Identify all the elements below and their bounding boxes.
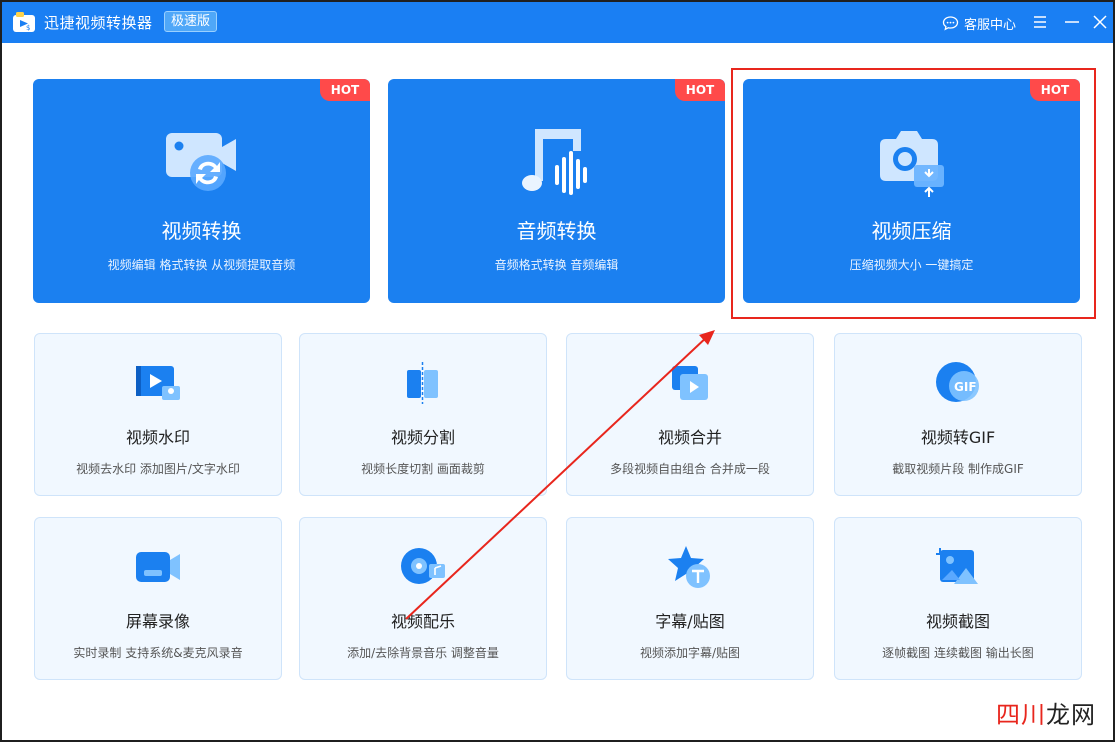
annotation-highlight-box [731, 68, 1096, 319]
video-merge-icon [672, 366, 708, 400]
video-music-card[interactable]: 视频配乐 添加/去除背景音乐 调整音量 [299, 517, 547, 680]
card-subtitle: 添加/去除背景音乐 调整音量 [347, 646, 499, 660]
card-title: 视频截图 [925, 612, 990, 631]
card-subtitle: 多段视频自由组合 合并成一段 [610, 462, 770, 476]
screen-record-card[interactable]: 屏幕录像 实时录制 支持系统&麦克风录音 [34, 517, 282, 680]
video-convert-card[interactable]: HOT 视频转换 视频编辑 格式转换 从视频提取音频 [33, 79, 370, 303]
support-center-button[interactable]: 客服中心 [942, 13, 1016, 33]
video-screenshot-card[interactable]: 视频截图 逐帧截图 连续截图 输出长图 [834, 517, 1082, 680]
card-title: 音频转换 [516, 219, 597, 243]
svg-text:$: $ [26, 24, 30, 32]
hot-badge: HOT [675, 79, 725, 101]
card-title: 视频水印 [125, 428, 190, 447]
card-subtitle: 视频去水印 添加图片/文字水印 [76, 462, 240, 476]
close-icon[interactable] [1091, 13, 1109, 31]
watermark-part-a: 四川 [996, 701, 1046, 729]
screenshot-crop-icon [936, 548, 978, 584]
video-convert-icon [165, 133, 236, 191]
card-subtitle: 视频添加字幕/贴图 [639, 646, 741, 660]
video-split-card[interactable]: 视频分割 视频长度切割 画面裁剪 [299, 333, 547, 496]
video-split-icon [407, 362, 438, 404]
card-subtitle: 音频格式转换 音频编辑 [494, 258, 619, 272]
support-center-label: 客服中心 [964, 17, 1017, 33]
video-to-gif-card[interactable]: GIF 视频转GIF 截取视频片段 制作成GIF [834, 333, 1082, 496]
watermark-text: 四川龙网 [993, 695, 1099, 730]
watermark-part-b: 龙网 [1046, 701, 1096, 729]
edition-badge: 极速版 [164, 11, 218, 32]
menu-icon[interactable] [1031, 13, 1049, 31]
card-subtitle: 截取视频片段 制作成GIF [892, 462, 1024, 476]
chat-bubble-icon [942, 16, 959, 31]
video-watermark-icon [136, 366, 180, 400]
card-subtitle: 实时录制 支持系统&麦克风录音 [73, 646, 243, 660]
app-logo-icon: $ [13, 12, 35, 32]
card-title: 字幕/贴图 [655, 612, 725, 631]
card-subtitle: 视频编辑 格式转换 从视频提取音频 [107, 258, 296, 272]
star-text-icon [668, 546, 710, 588]
audio-convert-card[interactable]: HOT 音频转换 音频格式转换 音频编辑 [388, 79, 725, 303]
card-subtitle: 视频长度切割 画面裁剪 [361, 462, 485, 476]
screen-record-icon [136, 552, 180, 582]
title-bar: $ 迅捷视频转换器 极速版 客服中心 [2, 2, 1113, 43]
app-title: 迅捷视频转换器 [44, 14, 153, 32]
card-title: 屏幕录像 [125, 612, 190, 631]
video-merge-card[interactable]: 视频合并 多段视频自由组合 合并成一段 [566, 333, 814, 496]
card-title: 视频转GIF [920, 428, 996, 447]
minimize-icon[interactable] [1063, 13, 1081, 31]
card-title: 视频分割 [390, 428, 455, 447]
music-disc-icon [401, 548, 445, 584]
music-note-icon [521, 129, 587, 195]
svg-text:GIF: GIF [954, 380, 977, 394]
subtitle-sticker-card[interactable]: 字幕/贴图 视频添加字幕/贴图 [566, 517, 814, 680]
video-watermark-card[interactable]: 视频水印 视频去水印 添加图片/文字水印 [34, 333, 282, 496]
card-title: 视频转换 [161, 219, 242, 243]
card-subtitle: 逐帧截图 连续截图 输出长图 [882, 646, 1034, 660]
gif-icon: GIF [936, 362, 979, 402]
card-title: 视频合并 [657, 428, 722, 447]
hot-badge: HOT [320, 79, 370, 101]
card-title: 视频配乐 [390, 612, 455, 631]
app-window: $ 迅捷视频转换器 极速版 客服中心 HOT 视频转换 视频编辑 格式转换 从视… [0, 0, 1115, 742]
